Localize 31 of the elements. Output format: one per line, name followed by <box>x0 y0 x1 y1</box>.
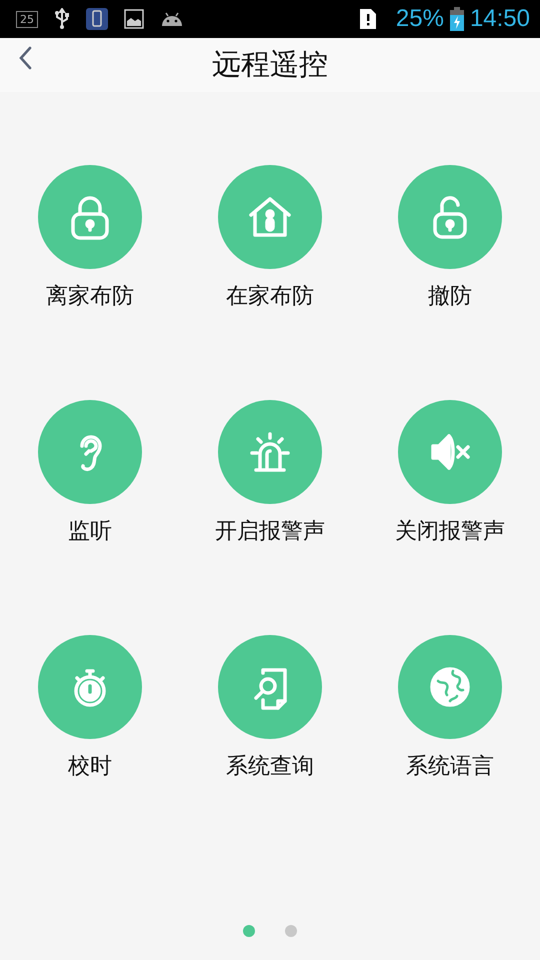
clock: 14:50 <box>470 5 530 33</box>
action-tile[interactable]: 监听 <box>0 400 180 635</box>
phone-icon <box>86 8 108 30</box>
action-tile[interactable]: 开启报警声 <box>180 400 360 635</box>
action-tile[interactable]: 在家布防 <box>180 165 360 400</box>
back-icon <box>18 46 32 70</box>
battery-charging-icon <box>450 7 464 31</box>
action-label: 校时 <box>68 753 112 781</box>
action-tile[interactable]: 系统语言 <box>360 635 540 870</box>
android-icon <box>160 10 184 28</box>
page-dot[interactable] <box>243 925 255 937</box>
action-label: 离家布防 <box>46 283 134 311</box>
action-label: 开启报警声 <box>215 518 325 546</box>
action-label: 撤防 <box>428 283 472 311</box>
action-tile[interactable]: 系统查询 <box>180 635 360 870</box>
alert-icon <box>360 9 376 29</box>
page-title: 远程遥控 <box>212 46 328 83</box>
image-icon <box>124 9 144 29</box>
action-label: 系统语言 <box>406 753 494 781</box>
notification-count: 25 <box>16 10 38 28</box>
action-tile[interactable]: 校时 <box>0 635 180 870</box>
action-label: 系统查询 <box>226 753 314 781</box>
action-tile[interactable]: 离家布防 <box>0 165 180 400</box>
action-tile[interactable]: 关闭报警声 <box>360 400 540 635</box>
action-tile[interactable]: 撤防 <box>360 165 540 400</box>
page-dot[interactable] <box>285 925 297 937</box>
action-label: 监听 <box>68 518 112 546</box>
battery-percent: 25% <box>396 5 444 33</box>
action-label: 在家布防 <box>226 283 314 311</box>
action-label: 关闭报警声 <box>395 518 505 546</box>
usb-icon <box>54 8 70 30</box>
